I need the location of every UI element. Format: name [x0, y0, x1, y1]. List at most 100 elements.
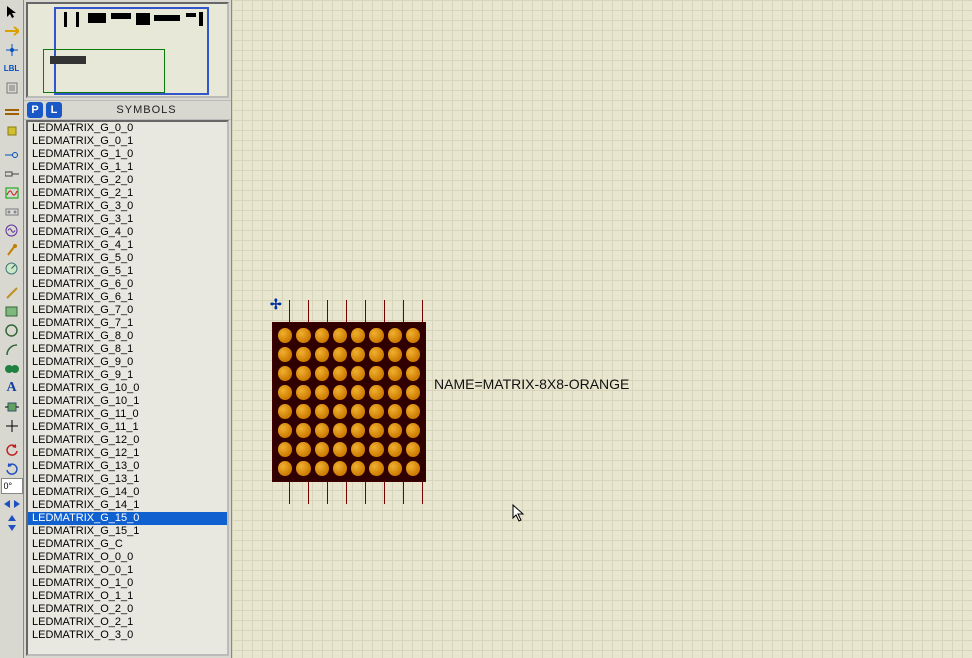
component-tool[interactable]	[1, 21, 23, 40]
led-dot	[388, 404, 402, 419]
symbol-item[interactable]: LEDMATRIX_O_2_1	[28, 616, 227, 629]
pointer-tool[interactable]	[1, 2, 23, 21]
label-tool[interactable]: LBL	[1, 59, 23, 78]
symbol-item[interactable]: LEDMATRIX_O_2_0	[28, 603, 227, 616]
rotation-input[interactable]	[1, 478, 23, 494]
symbol-item[interactable]: LEDMATRIX_G_0_0	[28, 122, 227, 135]
pin[interactable]	[280, 300, 299, 322]
graph-tool[interactable]	[1, 183, 23, 202]
symbol-item[interactable]: LEDMATRIX_G_11_0	[28, 408, 227, 421]
arc-tool[interactable]	[1, 340, 23, 359]
symbol-item[interactable]: LEDMATRIX_O_0_1	[28, 564, 227, 577]
symbol-item[interactable]: LEDMATRIX_G_3_1	[28, 213, 227, 226]
pin[interactable]	[394, 482, 413, 504]
path-tool[interactable]	[1, 359, 23, 378]
pin[interactable]	[375, 482, 394, 504]
led-dot	[315, 423, 329, 438]
symbol-item[interactable]: LEDMATRIX_G_8_0	[28, 330, 227, 343]
symbol-item[interactable]: LEDMATRIX_G_8_1	[28, 343, 227, 356]
probe-tool[interactable]	[1, 240, 23, 259]
symbol-item[interactable]: LEDMATRIX_G_C	[28, 538, 227, 551]
symbol-item[interactable]: LEDMATRIX_G_9_1	[28, 369, 227, 382]
pin[interactable]	[356, 482, 375, 504]
circle-tool[interactable]	[1, 321, 23, 340]
script-tool[interactable]	[1, 78, 23, 97]
symbol-item[interactable]: LEDMATRIX_G_5_0	[28, 252, 227, 265]
marker-tool[interactable]	[1, 416, 23, 435]
pin[interactable]	[337, 300, 356, 322]
symbol-item[interactable]: LEDMATRIX_G_14_0	[28, 486, 227, 499]
symbol-item[interactable]: LEDMATRIX_G_2_1	[28, 187, 227, 200]
symbol-item[interactable]: LEDMATRIX_G_3_0	[28, 200, 227, 213]
pin[interactable]	[356, 300, 375, 322]
symbol-item[interactable]: LEDMATRIX_G_10_0	[28, 382, 227, 395]
overview-panel[interactable]	[26, 2, 229, 98]
symbol-item[interactable]: LEDMATRIX_G_4_0	[28, 226, 227, 239]
pin[interactable]	[413, 482, 432, 504]
pin[interactable]	[318, 300, 337, 322]
led-dot	[406, 385, 420, 400]
led-dot	[333, 366, 347, 381]
pin[interactable]	[299, 300, 318, 322]
symbol-item[interactable]: LEDMATRIX_G_15_1	[28, 525, 227, 538]
symbol-item[interactable]: LEDMATRIX_G_7_1	[28, 317, 227, 330]
rotate-cw-tool[interactable]	[1, 440, 23, 459]
led-dot	[388, 442, 402, 457]
symbol-item[interactable]: LEDMATRIX_G_0_1	[28, 135, 227, 148]
led-dot	[351, 366, 365, 381]
tape-tool[interactable]	[1, 202, 23, 221]
schematic-canvas[interactable]: ✢ NAME=MATRIX-8X8-ORANGE	[232, 0, 972, 658]
symbol-item[interactable]: LEDMATRIX_G_12_0	[28, 434, 227, 447]
led-matrix-component[interactable]	[272, 300, 432, 504]
symbol-item[interactable]: LEDMATRIX_G_13_1	[28, 473, 227, 486]
rect-tool[interactable]	[1, 302, 23, 321]
symbol-item[interactable]: LEDMATRIX_G_5_1	[28, 265, 227, 278]
pin[interactable]	[394, 300, 413, 322]
terminal-tool[interactable]	[1, 145, 23, 164]
text-tool[interactable]: A	[1, 378, 23, 397]
pin[interactable]	[413, 300, 432, 322]
bus-tool[interactable]	[1, 102, 23, 121]
line-tool[interactable]	[1, 283, 23, 302]
symbols-list[interactable]: LEDMATRIX_G_0_0LEDMATRIX_G_0_1LEDMATRIX_…	[26, 120, 229, 656]
symbol-item[interactable]: LEDMATRIX_G_1_1	[28, 161, 227, 174]
symbol-item[interactable]: LEDMATRIX_O_1_0	[28, 577, 227, 590]
libraries-button[interactable]: L	[46, 102, 62, 118]
flip-h-tool[interactable]	[1, 494, 23, 513]
rotate-ccw-tool[interactable]	[1, 459, 23, 478]
pick-devices-button[interactable]: P	[27, 102, 43, 118]
symbol-item[interactable]: LEDMATRIX_G_10_1	[28, 395, 227, 408]
symbol-item[interactable]: LEDMATRIX_G_11_1	[28, 421, 227, 434]
symbol-item[interactable]: LEDMATRIX_G_4_1	[28, 239, 227, 252]
generator-tool[interactable]	[1, 221, 23, 240]
subcircuit-tool[interactable]	[1, 121, 23, 140]
junction-tool[interactable]	[1, 40, 23, 59]
symbol-item[interactable]: LEDMATRIX_G_15_0	[28, 512, 227, 525]
left-toolbar: LBL A	[0, 0, 24, 658]
pin[interactable]	[280, 482, 299, 504]
pin[interactable]	[375, 300, 394, 322]
led-dot	[315, 328, 329, 343]
pin[interactable]	[299, 482, 318, 504]
symbol-item[interactable]: LEDMATRIX_G_6_1	[28, 291, 227, 304]
symbol-item[interactable]: LEDMATRIX_G_6_0	[28, 278, 227, 291]
instrument-tool[interactable]	[1, 259, 23, 278]
symbol-item[interactable]: LEDMATRIX_G_9_0	[28, 356, 227, 369]
symbol-item[interactable]: LEDMATRIX_O_1_1	[28, 590, 227, 603]
symbol-item[interactable]: LEDMATRIX_O_0_0	[28, 551, 227, 564]
symbol-item[interactable]: LEDMATRIX_G_14_1	[28, 499, 227, 512]
symbol-item[interactable]: LEDMATRIX_G_13_0	[28, 460, 227, 473]
symbol-item[interactable]: LEDMATRIX_G_2_0	[28, 174, 227, 187]
component-name-label[interactable]: NAME=MATRIX-8X8-ORANGE	[434, 376, 629, 392]
symbol-item[interactable]: LEDMATRIX_G_1_0	[28, 148, 227, 161]
led-dot	[278, 423, 292, 438]
symbol-item[interactable]: LEDMATRIX_G_12_1	[28, 447, 227, 460]
pin[interactable]	[337, 482, 356, 504]
flip-v-tool[interactable]	[1, 513, 23, 532]
pin[interactable]	[318, 482, 337, 504]
pin-tool[interactable]	[1, 164, 23, 183]
symbol-item[interactable]: LEDMATRIX_G_7_0	[28, 304, 227, 317]
led-dot	[369, 328, 383, 343]
symbol-item[interactable]: LEDMATRIX_O_3_0	[28, 629, 227, 642]
symbol-tool[interactable]	[1, 397, 23, 416]
